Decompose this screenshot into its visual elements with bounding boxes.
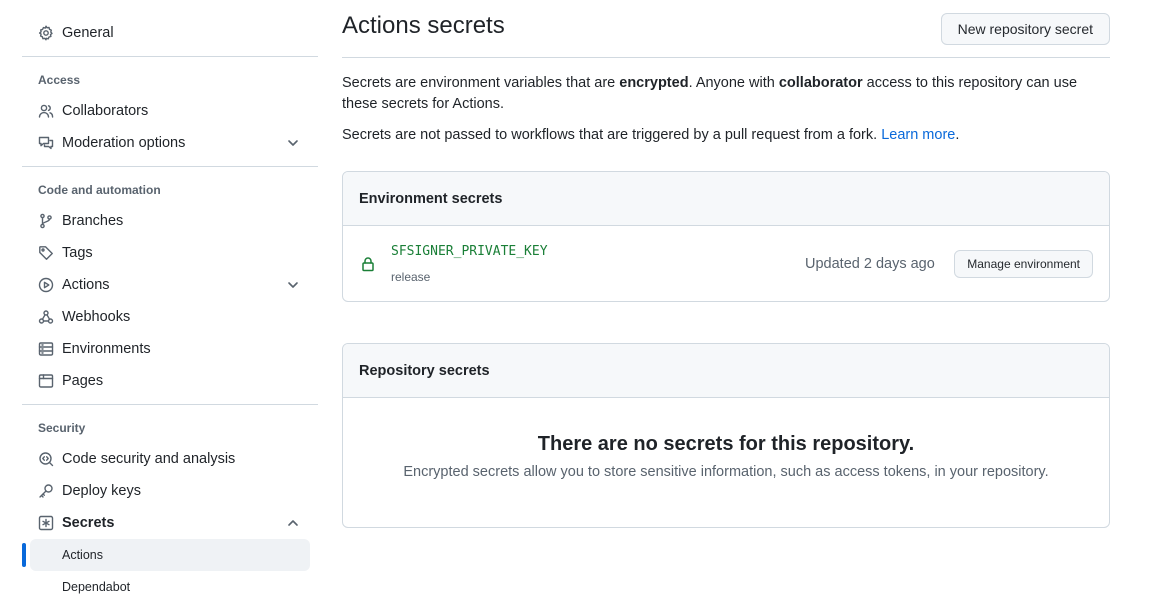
- sidebar-item-label: Code security and analysis: [62, 451, 236, 467]
- secret-name: SFSIGNER_PRIVATE_KEY: [391, 244, 548, 259]
- environment-secrets-box: Environment secrets SFSIGNER_PRIVATE_KEY…: [342, 171, 1110, 302]
- sidebar-item-code-security[interactable]: Code security and analysis: [30, 443, 318, 475]
- sidebar-item-label: Webhooks: [62, 309, 131, 325]
- page-title: Actions secrets: [342, 12, 505, 39]
- active-indicator: [22, 543, 26, 567]
- sidebar-item-label: Deploy keys: [62, 483, 141, 499]
- chevron-down-icon[interactable]: [286, 278, 300, 292]
- comment-discussion-icon: [38, 135, 54, 151]
- secrets-description: Secrets are environment variables that a…: [342, 73, 1110, 115]
- sidebar-item-environments[interactable]: Environments: [30, 333, 318, 365]
- section-heading-code-automation: Code and automation: [38, 183, 161, 197]
- chevron-up-icon[interactable]: [286, 516, 300, 530]
- sidebar-item-label: Pages: [62, 373, 104, 389]
- git-branch-icon: [38, 213, 54, 229]
- sidebar-item-tags[interactable]: Tags: [30, 237, 318, 269]
- sidebar-item-general[interactable]: General: [30, 17, 318, 49]
- empty-state-description: Encrypted secrets allow you to store sen…: [403, 464, 1049, 480]
- sidebar-item-branches[interactable]: Branches: [30, 205, 318, 237]
- sidebar-item-collaborators[interactable]: Collaborators: [30, 95, 318, 127]
- repository-secrets-box: Repository secrets There are no secrets …: [342, 343, 1110, 528]
- lock-icon: [360, 256, 376, 272]
- sidebar-item-label: Tags: [62, 245, 93, 261]
- new-repository-secret-button[interactable]: New repository secret: [940, 13, 1110, 45]
- key-asterisk-icon: [38, 515, 54, 531]
- empty-state: There are no secrets for this repository…: [343, 398, 1109, 526]
- title-divider: [342, 57, 1110, 58]
- sidebar-subitem-actions[interactable]: Actions: [30, 539, 310, 571]
- people-icon: [38, 103, 54, 119]
- sidebar-item-label: Collaborators: [62, 103, 149, 119]
- sidebar-item-moderation[interactable]: Moderation options: [30, 127, 318, 159]
- description-emphasis: collaborator: [778, 75, 863, 91]
- sidebar-item-label: Moderation options: [62, 135, 186, 151]
- empty-state-title: There are no secrets for this repository…: [537, 433, 915, 455]
- sidebar-divider: [22, 56, 318, 57]
- section-heading-security: Security: [38, 421, 86, 435]
- learn-more-link[interactable]: Learn more: [881, 127, 955, 143]
- environment-secrets-heading: Environment secrets: [343, 172, 1109, 226]
- gear-icon: [38, 25, 54, 41]
- server-icon: [38, 341, 54, 357]
- section-heading-access: Access: [38, 73, 81, 87]
- sidebar-item-secrets[interactable]: Secrets: [30, 507, 318, 539]
- manage-environment-button[interactable]: Manage environment: [954, 250, 1093, 278]
- notice-text: Secrets are not passed to workflows that…: [342, 127, 882, 143]
- secret-updated: Updated 2 days ago: [805, 256, 935, 272]
- description-emphasis: encrypted: [619, 75, 689, 91]
- secret-row: SFSIGNER_PRIVATE_KEY release Updated 2 d…: [343, 226, 1109, 301]
- description-text: Secrets are environment variables that a…: [342, 75, 620, 91]
- sidebar-item-label: Environments: [62, 341, 151, 357]
- description-text: . Anyone with: [688, 75, 779, 91]
- sidebar-item-label: Branches: [62, 213, 124, 229]
- sidebar-item-label: Actions: [62, 277, 110, 293]
- sidebar-item-pages[interactable]: Pages: [30, 365, 318, 397]
- chevron-down-icon[interactable]: [286, 136, 300, 150]
- webhook-icon: [38, 309, 54, 325]
- sidebar-item-webhooks[interactable]: Webhooks: [30, 301, 318, 333]
- play-icon: [38, 277, 54, 293]
- sidebar-item-label: General: [62, 25, 114, 41]
- fork-notice: Secrets are not passed to workflows that…: [342, 125, 1110, 146]
- sidebar-subitem-dependabot[interactable]: Dependabot: [30, 571, 310, 603]
- sidebar-item-deploy-keys[interactable]: Deploy keys: [30, 475, 318, 507]
- browser-icon: [38, 373, 54, 389]
- codescan-icon: [38, 451, 54, 467]
- sidebar-item-label: Secrets: [62, 515, 115, 531]
- secret-environment: release: [391, 270, 431, 284]
- tag-icon: [38, 245, 54, 261]
- sidebar-item-actions[interactable]: Actions: [30, 269, 318, 301]
- repository-secrets-heading: Repository secrets: [343, 344, 1109, 398]
- notice-text: .: [955, 127, 960, 143]
- settings-sidebar: General Access Collaborators Moderation …: [22, 0, 318, 604]
- sidebar-divider: [22, 166, 318, 167]
- key-icon: [38, 483, 54, 499]
- sidebar-divider: [22, 404, 318, 405]
